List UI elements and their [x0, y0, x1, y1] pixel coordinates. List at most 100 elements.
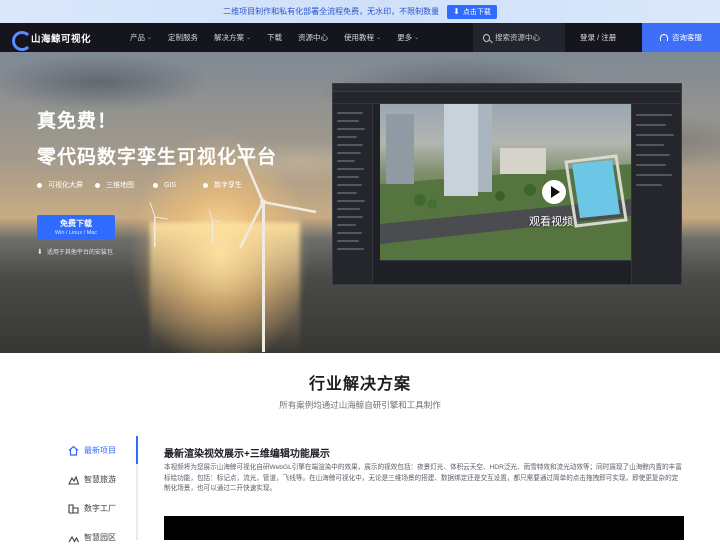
menu-item-download[interactable]: 下载	[259, 23, 290, 52]
menu-item-more[interactable]: 更多 ⌄	[389, 23, 427, 52]
property-row	[636, 134, 674, 136]
park-icon	[68, 532, 79, 543]
menu-item-tutorials[interactable]: 使用教程 ⌄	[336, 23, 389, 52]
tree	[495, 191, 505, 201]
factory-icon	[68, 503, 79, 514]
turbine-blade	[211, 219, 222, 223]
feature-tag-label: GIS	[164, 181, 177, 189]
sidebar-item-label: 数字工厂	[84, 504, 116, 513]
section-subtitle: 所有案例均通过山海鲸自研引擎和工具制作	[279, 400, 441, 410]
turbine-tower	[212, 220, 213, 244]
tree	[524, 184, 536, 196]
property-row	[636, 124, 666, 126]
editor-property-panel	[631, 104, 681, 284]
hero-title-line2: 零代码数字孪生可视化平台	[37, 147, 278, 168]
editor-layer-panel	[333, 104, 373, 284]
editor-asset-bar	[380, 260, 631, 284]
consult-button[interactable]: 咨询客服	[642, 23, 720, 52]
menu-item-label: 解决方案	[214, 33, 245, 42]
editor-titlebar	[333, 84, 681, 92]
property-row	[636, 184, 662, 186]
menu-item-label: 使用教程	[344, 33, 375, 42]
layer-row	[337, 224, 356, 226]
menu-item-label: 更多	[397, 33, 413, 42]
free-download-platforms: Win / Linux / Mac	[54, 230, 98, 236]
section-title: 行业解决方案	[308, 376, 411, 393]
turbine-blade	[262, 200, 317, 214]
headset-icon	[660, 34, 668, 41]
feature-tag-label: 三维地图	[106, 182, 134, 189]
article-video-player[interactable]	[164, 516, 684, 540]
watch-video-label: 观看视频	[529, 216, 573, 228]
top-navbar: 山海鲸可视化 产品 ⌄ 定制服务 解决方案 ⌄ 下载 资源中心 使用教程 ⌄ 更…	[0, 23, 720, 52]
free-download-button[interactable]: 免费下载 Win / Linux / Mac	[37, 215, 115, 239]
layer-row	[337, 144, 363, 146]
search-icon	[483, 33, 490, 42]
download-icon: ⬇	[37, 248, 43, 256]
bullet-icon	[95, 182, 100, 188]
hero-title-line1: 真免费！	[37, 111, 118, 132]
menu-item-custom-service[interactable]: 定制服务	[160, 23, 206, 52]
layer-row	[337, 240, 359, 242]
turbine-blade	[154, 216, 169, 220]
hero-feature-tags: 可视化大屏 三维地图 GIS 数字孪生	[37, 180, 261, 190]
tower-building	[444, 104, 478, 196]
chevron-down-icon: ⌄	[376, 35, 382, 41]
landscape-icon	[68, 474, 79, 485]
property-row	[636, 154, 670, 156]
bullet-icon	[37, 182, 42, 188]
layer-row	[337, 168, 364, 170]
sidebar-item-park[interactable]: 智慧园区	[68, 523, 138, 552]
demo-video-player[interactable]: 观看视频	[332, 83, 682, 285]
solutions-sidebar: 最新项目 智慧旅游 数字工厂 智慧园区	[68, 436, 138, 552]
turbine-tower	[154, 217, 156, 247]
search-box[interactable]	[473, 23, 565, 52]
layer-row	[337, 192, 357, 194]
menu-item-solutions[interactable]: 解决方案 ⌄	[206, 23, 259, 52]
sidebar-item-label: 最新项目	[84, 446, 116, 455]
bullet-icon	[153, 182, 158, 188]
property-row	[636, 144, 664, 146]
layer-row	[337, 128, 365, 130]
property-row	[636, 174, 672, 176]
hero-banner: 真免费！ 零代码数字孪生可视化平台 可视化大屏 三维地图 GIS 数字孪生 免费…	[0, 52, 720, 353]
turbine-tower	[262, 202, 265, 352]
promo-text: 二维项目制作和私有化部署全流程免费，无水印，不限制数量	[223, 7, 440, 16]
layer-row	[337, 152, 361, 154]
feature-tag: 三维地图	[95, 180, 153, 190]
promo-download-button[interactable]: ⬇ 点击下载	[447, 4, 497, 19]
tree	[414, 194, 426, 206]
promo-banner: 二维项目制作和私有化部署全流程免费，无水印，不限制数量 ⬇ 点击下载	[0, 0, 720, 23]
other-platforms-link[interactable]: ⬇ 适用于其他平台的安装包	[37, 247, 113, 257]
editor-tool-rail	[373, 104, 380, 284]
sidebar-item-label: 智慧旅游	[84, 475, 116, 484]
editor-3d-viewport: 观看视频	[380, 104, 631, 260]
other-platforms-label: 适用于其他平台的安装包	[46, 250, 113, 256]
download-icon: ⬇	[453, 7, 460, 16]
feature-tag: 可视化大屏	[37, 180, 95, 190]
turbine-blade	[238, 201, 265, 249]
layer-row	[337, 112, 363, 114]
sidebar-item-latest[interactable]: 最新项目	[68, 436, 138, 465]
feature-tag-label: 数字孪生	[214, 182, 242, 189]
chevron-down-icon: ⌄	[147, 35, 153, 41]
bullet-icon	[203, 182, 208, 188]
menu-item-resources[interactable]: 资源中心	[290, 23, 336, 52]
sidebar-item-factory[interactable]: 数字工厂	[68, 494, 138, 523]
play-icon[interactable]	[542, 180, 566, 204]
pool	[572, 160, 620, 218]
sidebar-item-tourism[interactable]: 智慧旅游	[68, 465, 138, 494]
city-scene	[380, 104, 631, 260]
layer-row	[337, 120, 359, 122]
layer-row	[337, 232, 362, 234]
logo[interactable]: 山海鲸可视化	[12, 30, 112, 51]
turbine-blade	[208, 208, 213, 221]
sidebar-item-label: 智慧园区	[84, 533, 116, 542]
low-building	[500, 148, 546, 174]
login-register-link[interactable]: 登录 / 注册	[580, 23, 616, 52]
turbine-blade	[149, 201, 156, 218]
menu-item-products[interactable]: 产品 ⌄	[122, 23, 160, 52]
search-input[interactable]	[495, 33, 565, 42]
turbine-hub	[260, 199, 266, 205]
tree	[427, 199, 437, 209]
